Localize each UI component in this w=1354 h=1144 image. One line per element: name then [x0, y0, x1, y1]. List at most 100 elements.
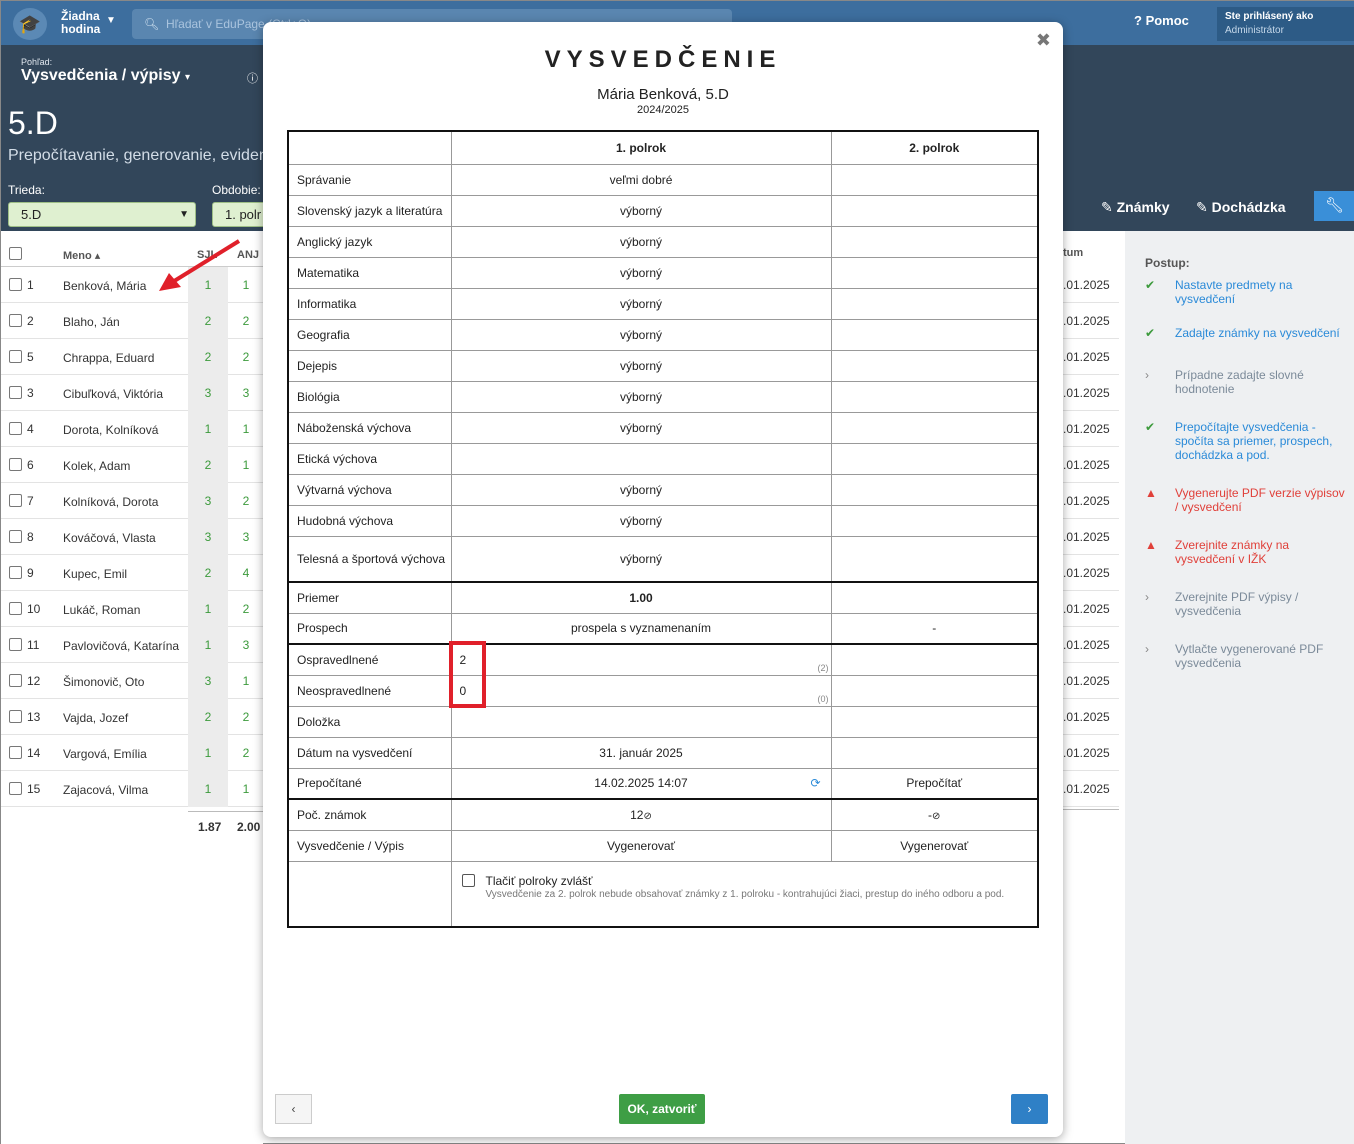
column-header-name[interactable]: Meno ▴ [63, 249, 100, 262]
table-row[interactable]: 9 Kupec, Emil 2 4 [1, 555, 263, 591]
step-text[interactable]: Zverejnite známky na vysvedčení v IŽK [1175, 538, 1350, 566]
grade-sjl[interactable]: 2 [188, 555, 228, 591]
subject-grade-2[interactable] [830, 535, 1039, 583]
table-row[interactable]: 11 Pavlovičová, Katarína 1 3 [1, 627, 263, 663]
next-button[interactable]: › [1011, 1094, 1048, 1124]
grade-sjl[interactable]: 1 [188, 591, 228, 627]
subject-grade-2[interactable] [830, 411, 1039, 444]
class-select[interactable]: 5.D ▼ [8, 202, 196, 227]
row-checkbox[interactable] [9, 458, 22, 471]
grade-sjl[interactable]: 3 [188, 375, 228, 411]
subject-grade-2[interactable] [830, 504, 1039, 537]
table-row[interactable]: 5 Chrappa, Eduard 2 2 [1, 339, 263, 375]
subject-grade-2[interactable] [830, 163, 1039, 196]
lesson-selector[interactable]: Žiadna hodina [61, 10, 100, 36]
grade-anj[interactable]: 4 [229, 555, 263, 591]
grade-sjl[interactable]: 1 [188, 735, 228, 771]
student-name-link[interactable]: Pavlovičová, Katarína [63, 639, 179, 653]
view-selector[interactable]: Vysvedčenia / výpisy ▾ [21, 67, 190, 85]
step-text[interactable]: Zverejnite PDF výpisy / vysvedčenia [1175, 590, 1350, 618]
unexcused-cell[interactable]: 0 (0) [450, 674, 832, 707]
subject-grade[interactable]: výborný [450, 287, 832, 320]
row-checkbox[interactable] [9, 782, 22, 795]
grade-sjl[interactable]: 2 [188, 339, 228, 375]
grade-sjl[interactable]: 2 [188, 447, 228, 483]
subject-grade[interactable]: výborný [450, 318, 832, 351]
student-name-link[interactable]: Šimonovič, Oto [63, 675, 144, 689]
subject-grade[interactable]: výborný [450, 349, 832, 382]
clause-cell[interactable] [450, 705, 832, 738]
row-checkbox[interactable] [9, 710, 22, 723]
row-checkbox[interactable] [9, 746, 22, 759]
student-name-link[interactable]: Kolníková, Dorota [63, 495, 158, 509]
table-row[interactable]: 14 Vargová, Emília 1 2 [1, 735, 263, 771]
print-separately-label[interactable]: Tlačiť polroky zvlášť [486, 874, 593, 888]
ok-close-button[interactable]: OK, zatvoriť [619, 1094, 705, 1124]
grade-count-cell[interactable]: 12⊘ [450, 798, 832, 831]
row-checkbox[interactable] [9, 314, 22, 327]
user-menu[interactable]: Ste prihlásený ako Administrátor [1217, 7, 1354, 41]
step-text[interactable]: Prípadne zadajte slovné hodnotenie [1175, 368, 1350, 396]
grade-anj[interactable]: 1 [229, 663, 263, 699]
subject-grade[interactable]: výborný [450, 473, 832, 506]
attendance-button[interactable]: ✎ Dochádzka [1196, 199, 1286, 216]
grade-count-cell-2[interactable]: -⊘ [830, 798, 1039, 831]
subject-grade[interactable]: výborný [450, 194, 832, 227]
table-row[interactable]: 10 Lukáč, Roman 1 2 [1, 591, 263, 627]
subject-grade[interactable]: výborný [450, 504, 832, 537]
row-checkbox[interactable] [9, 494, 22, 507]
grade-anj[interactable]: 3 [229, 627, 263, 663]
table-row[interactable]: 4 Dorota, Kolníková 1 1 [1, 411, 263, 447]
student-name-link[interactable]: Vajda, Jozef [63, 711, 128, 725]
step-text[interactable]: Prepočítajte vysvedčenia - spočíta sa pr… [1175, 420, 1350, 462]
table-row[interactable]: 2 Blaho, Ján 2 2 [1, 303, 263, 339]
table-row[interactable]: 3 Cibuľková, Viktória 3 3 [1, 375, 263, 411]
subject-grade[interactable]: výborný [450, 535, 832, 583]
grade-sjl[interactable]: 3 [188, 483, 228, 519]
student-name-link[interactable]: Lukáč, Roman [63, 603, 140, 617]
subject-grade[interactable]: výborný [450, 411, 832, 444]
grade-sjl[interactable]: 2 [188, 699, 228, 735]
grade-anj[interactable]: 1 [229, 411, 263, 447]
help-circle-icon[interactable]: ⓘ [247, 70, 258, 86]
grade-anj[interactable]: 2 [229, 735, 263, 771]
row-checkbox[interactable] [9, 638, 22, 651]
student-name-link[interactable]: Zajacová, Vilma [63, 783, 148, 797]
date-value[interactable]: 31. január 2025 [450, 736, 832, 769]
subject-grade-2[interactable] [830, 380, 1039, 413]
grade-anj[interactable]: 3 [229, 519, 263, 555]
row-checkbox[interactable] [9, 278, 22, 291]
row-checkbox[interactable] [9, 674, 22, 687]
step-text[interactable]: Zadajte známky na vysvedčení [1175, 326, 1350, 340]
subject-grade[interactable]: veľmi dobré [450, 163, 832, 196]
student-name-link[interactable]: Cibuľková, Viktória [63, 387, 163, 401]
subject-grade-2[interactable] [830, 349, 1039, 382]
row-checkbox[interactable] [9, 422, 22, 435]
edupage-logo-icon[interactable]: 🎓 [13, 8, 47, 40]
help-link[interactable]: ? Pomoc [1134, 13, 1189, 28]
row-checkbox[interactable] [9, 602, 22, 615]
grade-sjl[interactable]: 3 [188, 519, 228, 555]
grade-anj[interactable]: 2 [229, 303, 263, 339]
grade-anj[interactable]: 2 [229, 339, 263, 375]
table-row[interactable]: 12 Šimonovič, Oto 3 1 [1, 663, 263, 699]
grade-anj[interactable]: 2 [229, 699, 263, 735]
grade-anj[interactable]: 2 [229, 483, 263, 519]
row-checkbox[interactable] [9, 350, 22, 363]
recalculate-link[interactable]: Prepočítať [830, 767, 1039, 800]
grade-sjl[interactable]: 2 [188, 303, 228, 339]
excused-cell[interactable]: 2 (2) [450, 643, 832, 676]
generate-link-second-half[interactable]: Vygenerovať [830, 829, 1039, 862]
subject-grade-2[interactable] [830, 473, 1039, 506]
grades-button[interactable]: ✎ Známky [1101, 199, 1170, 216]
subject-grade-2[interactable] [830, 318, 1039, 351]
student-name-link[interactable]: Vargová, Emília [63, 747, 147, 761]
student-name-link[interactable]: Blaho, Ján [63, 315, 120, 329]
student-name-link[interactable]: Kupec, Emil [63, 567, 127, 581]
grade-anj[interactable]: 1 [229, 447, 263, 483]
table-row[interactable]: 6 Kolek, Adam 2 1 [1, 447, 263, 483]
student-name-link[interactable]: Benková, Mária [63, 279, 146, 293]
subject-grade-2[interactable] [830, 194, 1039, 227]
chevron-down-icon[interactable]: ▼ [106, 15, 116, 26]
subject-grade-2[interactable] [830, 256, 1039, 289]
